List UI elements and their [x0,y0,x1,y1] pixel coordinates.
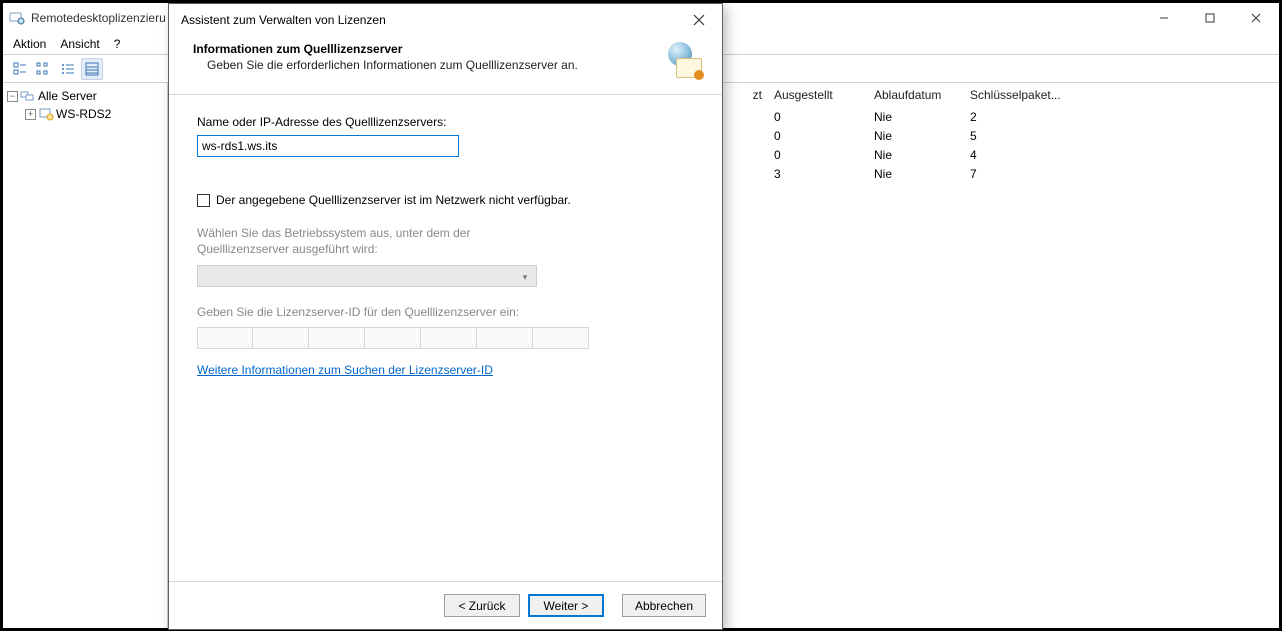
os-select: ▾ [197,265,537,287]
tree-collapse-icon[interactable]: − [7,91,18,102]
window-controls [1141,3,1279,33]
unavailable-checkbox[interactable] [197,194,210,207]
cell-schluessel: 5 [964,129,1114,143]
license-id-cell-7 [533,327,589,349]
license-id-cell-4 [365,327,421,349]
dialog-footer: < Zurück Weiter > Abbrechen [169,581,722,629]
cell-ablauf: Nie [868,148,964,162]
cell-ausgestellt: 0 [768,129,868,143]
os-select-label: Wählen Sie das Betriebssystem aus, unter… [197,225,557,257]
back-button[interactable]: < Zurück [444,594,520,617]
dialog-titlebar: Assistent zum Verwalten von Lizenzen [169,4,722,36]
dialog-body: Name oder IP-Adresse des Quelllizenzserv… [169,95,722,581]
dialog-subheading: Geben Sie die erforderlichen Information… [193,58,654,72]
main-title: Remotedesktoplizenzieru [31,11,166,25]
license-id-inputs [197,327,694,349]
dialog-title: Assistent zum Verwalten von Lizenzen [181,13,386,27]
toolbar-details-view[interactable] [81,58,103,80]
menu-help[interactable]: ? [114,37,121,51]
cell-ablauf: Nie [868,129,964,143]
license-id-cell-2 [253,327,309,349]
cell-schluessel: 7 [964,167,1114,181]
cancel-button[interactable]: Abbrechen [622,594,706,617]
menu-action[interactable]: Aktion [13,37,46,51]
license-wizard-dialog: Assistent zum Verwalten von Lizenzen Inf… [168,3,723,630]
close-button[interactable] [1233,3,1279,33]
unavailable-checkbox-label: Der angegebene Quelllizenzserver ist im … [216,193,571,207]
cell-ablauf: Nie [868,167,964,181]
source-server-name-input[interactable] [197,135,459,157]
tree-expand-icon[interactable]: + [25,109,36,120]
license-id-cell-5 [421,327,477,349]
server-icon [38,106,54,122]
servers-icon [20,88,36,104]
license-id-cell-1 [197,327,253,349]
cell-schluessel: 2 [964,110,1114,124]
tree-root-label: Alle Server [38,89,97,103]
cell-ausgestellt: 3 [768,167,868,181]
cell-ausgestellt: 0 [768,148,868,162]
cell-ausgestellt: 0 [768,110,868,124]
dialog-heading: Informationen zum Quelllizenzserver [193,42,654,56]
toolbar-list-view-1[interactable] [9,58,31,80]
col-header-ablauf[interactable]: Ablaufdatum [868,88,964,102]
tree-child-label: WS-RDS2 [56,107,111,121]
tree-pane: − Alle Server + [3,83,168,628]
license-id-cell-6 [477,327,533,349]
next-button[interactable]: Weiter > [528,594,604,617]
dialog-close-button[interactable] [676,4,722,36]
tree-child-row[interactable]: + WS-RDS2 [25,105,167,123]
license-globe-icon [664,42,706,82]
col-header-schluessel[interactable]: Schlüsselpaket... [964,88,1114,102]
dialog-header: Informationen zum Quelllizenzserver Gebe… [169,36,722,95]
find-license-id-link[interactable]: Weitere Informationen zum Suchen der Liz… [197,363,493,377]
tree-root-row[interactable]: − Alle Server [7,87,167,105]
chevron-down-icon: ▾ [516,268,534,286]
app-icon [9,10,25,26]
toolbar-list-view-2[interactable] [33,58,55,80]
license-id-cell-3 [309,327,365,349]
menu-view[interactable]: Ansicht [60,37,99,51]
license-id-label: Geben Sie die Lizenzserver-ID für den Qu… [197,305,694,319]
cell-ablauf: Nie [868,110,964,124]
source-server-name-label: Name oder IP-Adresse des Quelllizenzserv… [197,115,694,129]
toolbar-list-view-3[interactable] [57,58,79,80]
col-header-ausgestellt[interactable]: Ausgestellt [768,88,868,102]
cell-schluessel: 4 [964,148,1114,162]
maximize-button[interactable] [1187,3,1233,33]
minimize-button[interactable] [1141,3,1187,33]
